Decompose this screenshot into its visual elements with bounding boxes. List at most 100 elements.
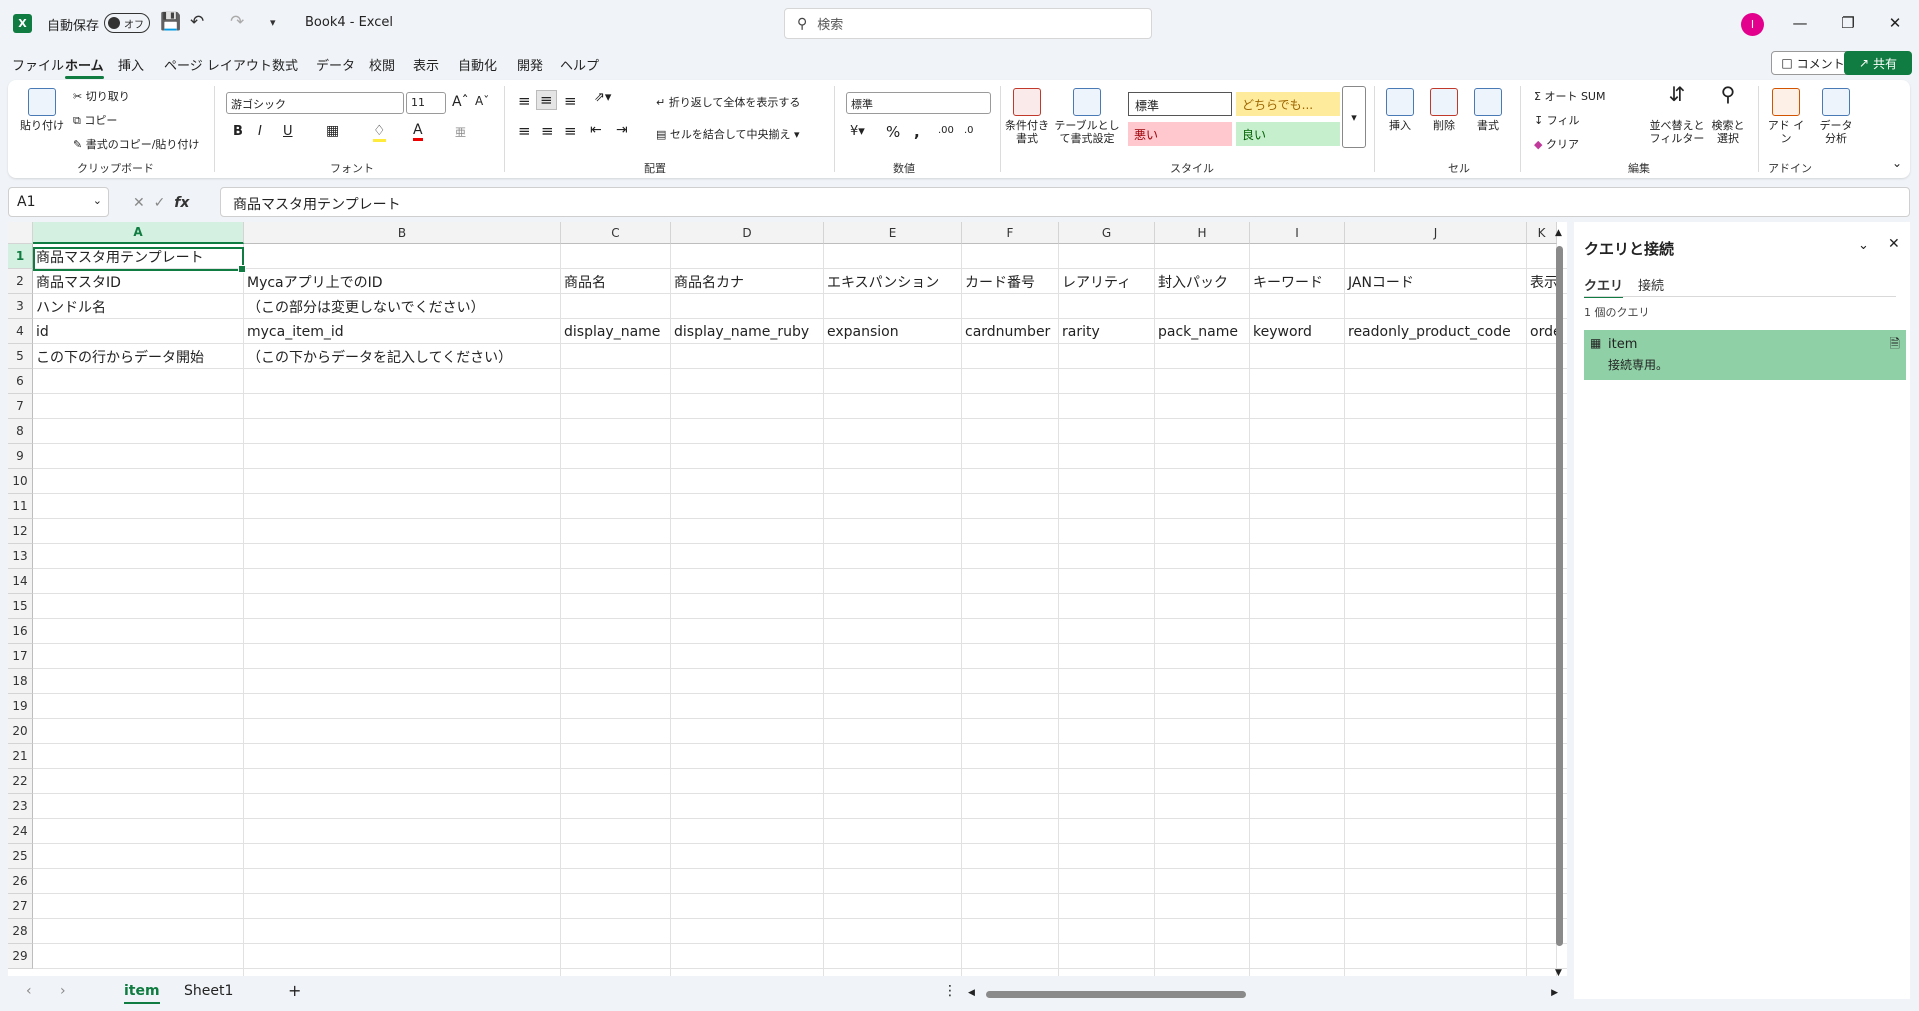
conditional-format-button[interactable]: 条件付き書式 xyxy=(1002,88,1052,145)
cell-i4[interactable]: keyword xyxy=(1250,319,1312,344)
scroll-left-icon[interactable]: ◀ xyxy=(968,988,975,998)
scroll-right-icon[interactable]: ▶ xyxy=(1551,988,1558,998)
paste-button[interactable]: 貼り付け xyxy=(20,88,64,132)
wrap-text-button[interactable]: ↵ 折り返して全体を表示する xyxy=(656,94,800,110)
name-box[interactable]: A1 ⌄ xyxy=(8,187,109,217)
cancel-icon[interactable]: ✕ xyxy=(133,195,145,211)
cell-a5[interactable]: この下の行からデータ開始 xyxy=(33,344,204,369)
increase-decimal-icon[interactable]: .00 xyxy=(938,125,954,136)
align-bottom-icon[interactable]: ≡ xyxy=(564,92,577,110)
column-header-i[interactable]: I xyxy=(1250,222,1345,244)
autosave-toggle[interactable]: オフ xyxy=(104,13,150,33)
row-header[interactable]: 6 xyxy=(8,369,33,394)
orientation-icon[interactable]: ⇗▾ xyxy=(594,90,611,105)
column-header-f[interactable]: F xyxy=(962,222,1059,244)
clear-button[interactable]: ◆ クリア xyxy=(1534,136,1579,152)
row-header[interactable]: 10 xyxy=(8,469,33,494)
cut-button[interactable]: ✂ 切り取り xyxy=(73,88,130,104)
comment-button[interactable]: □ コメント xyxy=(1771,51,1855,75)
tab-queries[interactable]: クエリ xyxy=(1584,275,1624,298)
fx-icon[interactable]: fx xyxy=(174,195,189,211)
percent-icon[interactable]: % xyxy=(886,123,900,141)
decrease-decimal-icon[interactable]: .0 xyxy=(964,125,974,136)
cell-b3[interactable]: （この部分は変更しないでください） xyxy=(244,294,485,319)
sheet-tab-item[interactable]: item xyxy=(124,983,160,1004)
tab-data[interactable]: データ xyxy=(316,55,355,74)
font-color-icon[interactable]: A xyxy=(413,122,423,141)
row-header[interactable]: 13 xyxy=(8,544,33,569)
sort-filter-button[interactable]: ⇵ 並べ替えと フィルター xyxy=(1648,84,1706,145)
column-header-a[interactable]: A xyxy=(33,222,244,244)
row-header[interactable]: 5 xyxy=(8,344,33,369)
font-name-select[interactable]: 游ゴシック xyxy=(226,92,404,114)
restore-icon[interactable]: ❐ xyxy=(1828,10,1868,36)
cell-h2[interactable]: 封入パック xyxy=(1155,269,1228,294)
scroll-thumb[interactable] xyxy=(1556,246,1563,946)
refresh-icon[interactable]: 🗎 xyxy=(1890,335,1900,357)
comma-icon[interactable]: , xyxy=(914,123,920,141)
search-input[interactable]: ⚲ 検索 xyxy=(784,8,1152,39)
tab-view[interactable]: 表示 xyxy=(413,55,439,74)
style-good[interactable]: 良い xyxy=(1236,122,1340,146)
row-header[interactable]: 9 xyxy=(8,444,33,469)
horizontal-scrollbar[interactable]: ◀ ▶ xyxy=(968,988,1558,999)
cell-d4[interactable]: display_name_ruby xyxy=(671,319,809,344)
cell-j2[interactable]: JANコード xyxy=(1345,269,1414,294)
bold-icon[interactable]: B xyxy=(233,124,243,139)
row-header[interactable]: 29 xyxy=(8,944,33,969)
number-format-select[interactable]: 標準 xyxy=(846,92,991,114)
row-header[interactable]: 18 xyxy=(8,669,33,694)
cell-f4[interactable]: cardnumber xyxy=(962,319,1050,344)
currency-icon[interactable]: ¥▾ xyxy=(850,124,865,139)
active-cell[interactable] xyxy=(33,247,246,273)
minimize-icon[interactable]: — xyxy=(1780,10,1820,36)
align-middle-icon[interactable]: ≡ xyxy=(536,90,557,110)
increase-indent-icon[interactable]: ⇥ xyxy=(616,122,628,138)
cell-d2[interactable]: 商品名カナ xyxy=(671,269,744,294)
tab-review[interactable]: 校閲 xyxy=(369,55,395,74)
row-header[interactable]: 8 xyxy=(8,419,33,444)
row-header[interactable]: 12 xyxy=(8,519,33,544)
format-cells-button[interactable]: 書式 xyxy=(1468,88,1508,132)
tab-home[interactable]: ホーム xyxy=(65,55,104,79)
row-header[interactable]: 25 xyxy=(8,844,33,869)
copy-button[interactable]: ⧉ コピー xyxy=(73,112,117,128)
row-header[interactable]: 21 xyxy=(8,744,33,769)
cell-a2[interactable]: 商品マスタID xyxy=(33,269,121,294)
avatar[interactable]: I xyxy=(1741,13,1764,36)
align-left-icon[interactable]: ≡ xyxy=(518,122,531,140)
cell-b5[interactable]: （この下からデータを記入してください） xyxy=(244,344,512,369)
addins-button[interactable]: アド イン xyxy=(1766,88,1806,145)
cell-g4[interactable]: rarity xyxy=(1059,319,1100,344)
cell-b4[interactable]: myca_item_id xyxy=(244,319,344,344)
add-sheet-icon[interactable]: + xyxy=(288,981,301,1000)
row-header[interactable]: 28 xyxy=(8,919,33,944)
formula-input[interactable]: 商品マスタ用テンプレート xyxy=(220,187,1910,217)
align-top-icon[interactable]: ≡ xyxy=(518,92,531,110)
chevron-down-icon[interactable]: ⌄ xyxy=(1858,238,1869,253)
increase-font-icon[interactable]: Aˆ xyxy=(452,94,469,110)
row-header[interactable]: 22 xyxy=(8,769,33,794)
cell-i2[interactable]: キーワード xyxy=(1250,269,1323,294)
tab-insert[interactable]: 挿入 xyxy=(118,55,144,74)
cell-c2[interactable]: 商品名 xyxy=(561,269,606,294)
sheet-tab-sheet1[interactable]: Sheet1 xyxy=(184,983,233,999)
underline-icon[interactable]: U xyxy=(283,124,293,139)
tab-file[interactable]: ファイル xyxy=(12,55,64,74)
row-header[interactable]: 16 xyxy=(8,619,33,644)
cell-j4[interactable]: readonly_product_code xyxy=(1345,319,1511,344)
cell-a3[interactable]: ハンドル名 xyxy=(33,294,106,319)
column-header-d[interactable]: D xyxy=(671,222,824,244)
styles-more-icon[interactable]: ▾ xyxy=(1342,86,1366,148)
row-header[interactable]: 2 xyxy=(8,269,33,294)
style-neutral[interactable]: どちらでも... xyxy=(1236,92,1340,116)
italic-icon[interactable]: I xyxy=(258,124,262,139)
align-center-icon[interactable]: ≡ xyxy=(541,122,554,140)
format-painter-button[interactable]: ✎ 書式のコピー/貼り付け xyxy=(73,136,199,152)
column-header-b[interactable]: B xyxy=(244,222,561,244)
cell-e2[interactable]: エキスパンション xyxy=(824,269,939,294)
analyze-data-button[interactable]: データ 分析 xyxy=(1814,88,1858,145)
save-icon[interactable]: 💾 xyxy=(160,12,181,32)
prev-sheet-icon[interactable]: ‹ xyxy=(26,983,32,999)
row-header[interactable]: 3 xyxy=(8,294,33,319)
